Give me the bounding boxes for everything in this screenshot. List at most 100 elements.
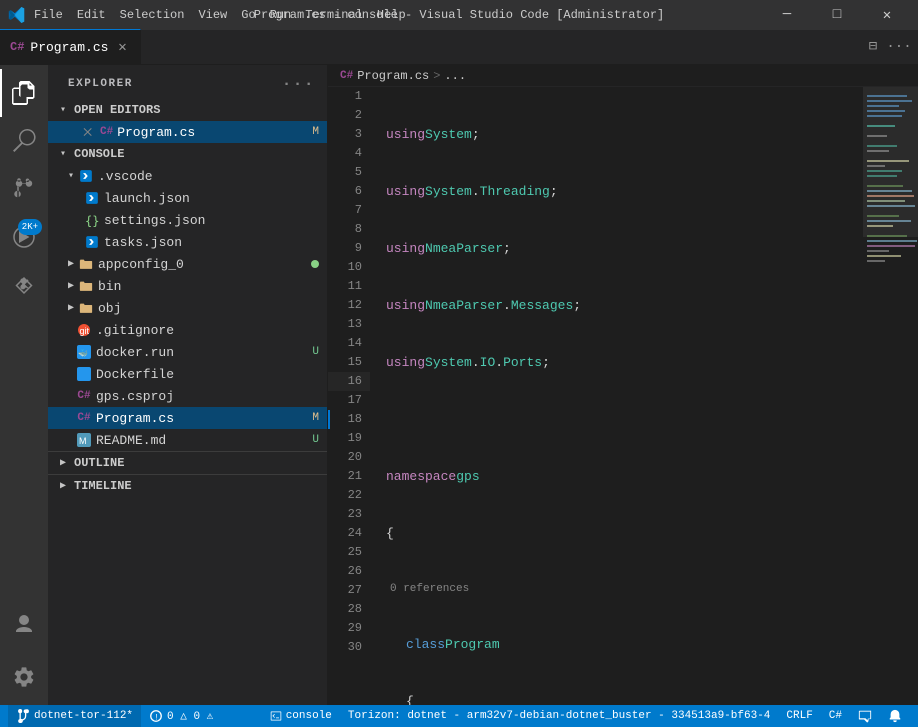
svg-text:🐳: 🐳 [78, 349, 88, 358]
status-line-ending[interactable]: CRLF [778, 705, 820, 727]
line-num-29: 29 [328, 619, 370, 638]
settings-json-icon: {} [84, 212, 100, 228]
line-num-7: 7 [328, 201, 370, 220]
tab-program-cs[interactable]: C# Program.cs ✕ [0, 29, 141, 64]
line-num-8: 8 [328, 220, 370, 239]
sidebar-more-button[interactable]: ··· [282, 75, 315, 93]
menu-selection[interactable]: Selection [120, 8, 185, 22]
line-num-9: 9 [328, 239, 370, 258]
csproj-label: gps.csproj [96, 389, 327, 404]
status-notifications[interactable]: ! 0 △ 0 ⚠ [141, 705, 221, 727]
file-readme[interactable]: M README.md U [48, 429, 327, 451]
obj-folder-icon [78, 300, 94, 316]
code-lines[interactable]: using System; using System.Threading; us… [378, 87, 863, 705]
bin-folder-icon [78, 278, 94, 294]
extensions-icon [12, 273, 36, 297]
sidebar-title: EXPLORER [68, 78, 133, 90]
tab-close-button[interactable]: ✕ [114, 39, 130, 55]
line-num-24: 24 [328, 524, 370, 543]
minimap-visual [863, 87, 918, 705]
timeline-chevron: ▶ [56, 480, 70, 492]
file-launch-json[interactable]: launch.json [48, 187, 327, 209]
code-scroll[interactable]: 1 2 3 4 5 6 7 8 9 10 11 12 13 14 [328, 87, 863, 705]
bell-icon [888, 709, 902, 723]
code-line-3: using NmeaParser; [386, 239, 863, 258]
line-num-27: 27 [328, 581, 370, 600]
line-num-25: 25 [328, 543, 370, 562]
activity-accounts[interactable] [0, 601, 48, 649]
line-numbers: 1 2 3 4 5 6 7 8 9 10 11 12 13 14 [328, 87, 378, 705]
activity-settings[interactable] [0, 653, 48, 701]
folder-icon2 [79, 279, 93, 293]
menu-file[interactable]: File [34, 8, 63, 22]
close-icon [81, 125, 95, 139]
folder-icon3 [79, 301, 93, 315]
section-outline[interactable]: ▶ OUTLINE [48, 451, 327, 474]
activity-extensions[interactable] [0, 261, 48, 309]
more-actions-button[interactable]: ··· [888, 36, 910, 58]
open-editor-program-cs[interactable]: C# Program.cs M [48, 121, 327, 143]
git-branch-label: dotnet-tor-112* [34, 710, 133, 722]
line-num-26: 26 [328, 562, 370, 581]
dockerfile-label: Dockerfile [96, 367, 327, 382]
status-feedback[interactable] [850, 705, 880, 727]
file-settings-json[interactable]: {} settings.json [48, 209, 327, 231]
status-notification-bell[interactable] [880, 705, 910, 727]
file-program-cs[interactable]: C# Program.cs M [48, 407, 327, 429]
file-tasks-json[interactable]: tasks.json [48, 231, 327, 253]
open-editors-list: C# Program.cs M [48, 121, 327, 143]
open-editors-label: OPEN EDITORS [74, 103, 160, 117]
status-terminal-name[interactable]: console [262, 705, 340, 727]
line-num-15: 15 [328, 353, 370, 372]
activity-run[interactable]: 2K+ [0, 213, 48, 261]
file-gitignore[interactable]: git .gitignore [48, 319, 327, 341]
vscode-folder-chevron: ▾ [64, 170, 78, 182]
appconfig-chevron: ▶ [64, 258, 78, 270]
open-editor-label: Program.cs [117, 125, 312, 140]
status-right: console Torizon: dotnet - arm32v7-debian… [262, 705, 910, 727]
folder-obj[interactable]: ▶ obj [48, 297, 327, 319]
folder-appconfig[interactable]: ▶ appconfig_0 [48, 253, 327, 275]
maximize-button[interactable]: □ [814, 0, 860, 30]
section-console[interactable]: ▾ CONSOLE [48, 143, 327, 165]
section-open-editors[interactable]: ▾ OPEN EDITORS [48, 99, 327, 121]
minimize-button[interactable]: ─ [764, 0, 810, 30]
code-line-10: { [386, 692, 863, 705]
close-button[interactable]: ✕ [864, 0, 910, 30]
file-docker-run[interactable]: 🐳 docker.run U [48, 341, 327, 363]
obj-label: obj [98, 301, 327, 316]
appconfig-folder-icon [78, 256, 94, 272]
file-dockerfile[interactable]: Dockerfile [48, 363, 327, 385]
code-line-5: using System.IO.Ports; [386, 353, 863, 372]
status-torizon-info[interactable]: Torizon: dotnet - arm32v7-debian-dotnet_… [340, 705, 778, 727]
tab-cs-icon: C# [10, 40, 24, 54]
docker-run-badge: U [312, 346, 319, 358]
sidebar: EXPLORER ··· ▾ OPEN EDITORS C# Program.c… [48, 65, 328, 705]
line-num-20: 20 [328, 448, 370, 467]
menu-view[interactable]: View [198, 8, 227, 22]
open-editor-cs-icon: C# [100, 126, 113, 138]
tasks-icon [85, 235, 99, 249]
folder-vscode[interactable]: ▾ .vscode [48, 165, 327, 187]
line-num-3: 3 [328, 125, 370, 144]
line-num-22: 22 [328, 486, 370, 505]
split-editor-button[interactable]: ⊟ [862, 36, 884, 58]
folder-bin[interactable]: ▶ bin [48, 275, 327, 297]
svg-text:M: M [79, 436, 87, 446]
activity-search[interactable] [0, 117, 48, 165]
vscode-folder-icon [78, 168, 94, 184]
menu-edit[interactable]: Edit [77, 8, 106, 22]
status-language[interactable]: C# [821, 705, 850, 727]
gitignore-label: .gitignore [96, 323, 327, 338]
line-num-18: 18 [328, 410, 370, 429]
docker-icon: 🐳 [77, 345, 91, 359]
activity-source-control[interactable] [0, 165, 48, 213]
readme-icon: M [76, 432, 92, 448]
extensions-badge: 2K+ [18, 219, 42, 235]
status-git-branch[interactable]: dotnet-tor-112* [8, 705, 141, 727]
markdown-icon: M [77, 433, 91, 447]
activity-explorer[interactable] [0, 69, 48, 117]
window-title: Program.cs - console - Visual Studio Cod… [254, 8, 664, 22]
section-timeline[interactable]: ▶ TIMELINE [48, 474, 327, 497]
file-csproj[interactable]: C# gps.csproj [48, 385, 327, 407]
